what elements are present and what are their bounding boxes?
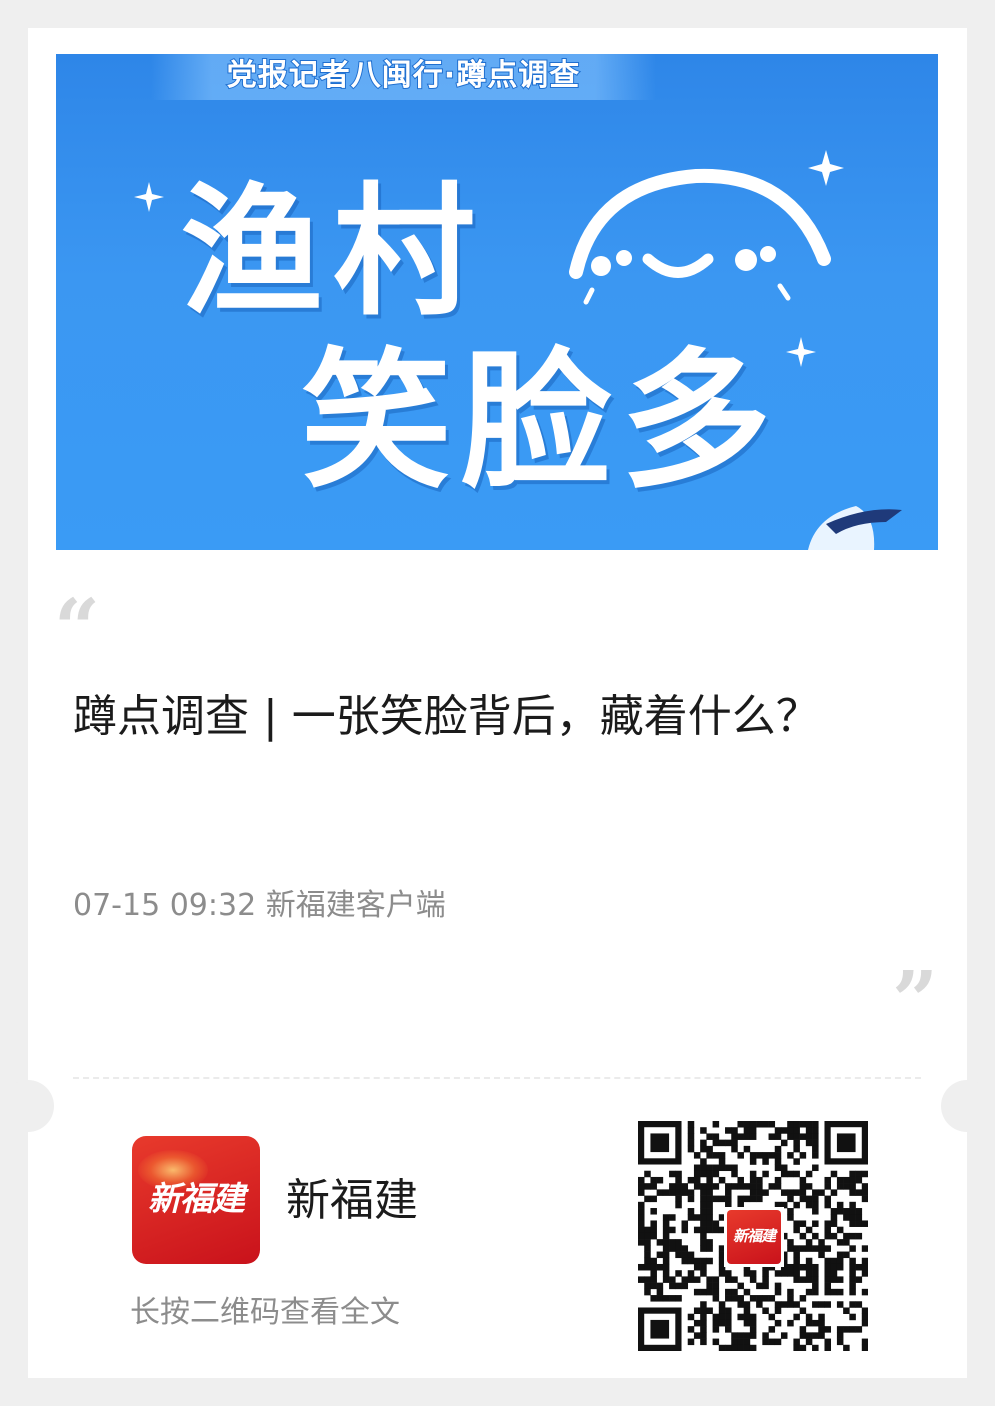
share-card: 党报记者八闽行·蹲点调查 渔村 笑脸多 “ 蹲点调查 | 一张笑脸背后，藏着什么… — [2, 28, 993, 1378]
app-name: 新福建 — [286, 1175, 418, 1226]
cover-headline-line1: 渔村 — [181, 169, 485, 335]
qr-hint: 长按二维码查看全文 — [130, 1295, 400, 1330]
article-title[interactable]: 蹲点调查 | 一张笑脸背后，藏着什么？ — [73, 685, 883, 749]
app-logo: 新福建 — [132, 1136, 260, 1264]
app-logo-text: 新福建 — [148, 1179, 245, 1218]
qr-code[interactable]: 新福建 — [638, 1121, 868, 1351]
open-quote-icon: “ — [54, 581, 101, 675]
dashed-divider — [73, 1077, 921, 1079]
card-notch-left — [2, 1080, 54, 1132]
close-quote-icon: ” — [892, 953, 939, 1047]
smile-face-icon — [569, 168, 831, 305]
cover-headline-line2: 笑脸多 — [301, 333, 782, 509]
article-meta: 07-15 09:32 新福建客户端 — [73, 888, 446, 923]
sparkle-icon — [808, 150, 844, 186]
cover-image[interactable]: 党报记者八闽行·蹲点调查 渔村 笑脸多 — [56, 54, 938, 550]
sparkle-icon — [786, 337, 816, 367]
sparkle-icon — [134, 182, 164, 212]
qr-center-logo: 新福建 — [724, 1207, 784, 1267]
sail-icon — [808, 506, 902, 550]
qr-logo-text: 新福建 — [732, 1227, 776, 1245]
card-notch-right — [941, 1080, 993, 1132]
